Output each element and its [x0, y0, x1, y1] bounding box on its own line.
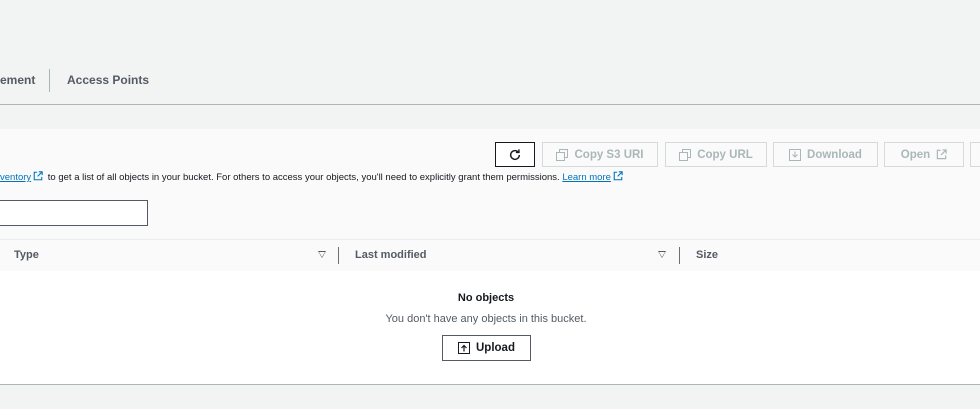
column-divider[interactable] — [338, 247, 339, 264]
external-link-icon — [936, 149, 947, 160]
copy-s3-uri-label: Copy S3 URI — [574, 148, 644, 161]
copy-s3-uri-button[interactable]: Copy S3 URI — [542, 142, 658, 167]
info-text: to get a list of all objects in your buc… — [45, 172, 563, 183]
upload-label: Upload — [476, 342, 515, 354]
objects-panel: Copy S3 URI Copy URL Download Open vento… — [0, 129, 980, 385]
copy-url-label: Copy URL — [697, 148, 753, 161]
inventory-info: ventory to get a list of all objects in … — [0, 171, 625, 183]
upload-icon — [458, 342, 470, 354]
learn-more-link[interactable]: Learn more — [562, 172, 611, 183]
download-icon — [789, 148, 802, 161]
inventory-link[interactable]: ventory — [0, 172, 31, 183]
sort-caret-icon[interactable] — [318, 251, 326, 258]
download-label: Download — [807, 148, 862, 161]
tab-management[interactable]: ement — [0, 73, 35, 87]
tab-divider — [49, 69, 50, 92]
empty-state-title: No objects — [457, 292, 515, 304]
copy-url-button[interactable]: Copy URL — [665, 142, 767, 167]
actions-button[interactable] — [970, 142, 980, 167]
sort-caret-icon[interactable] — [658, 251, 666, 258]
search-input[interactable] — [0, 200, 148, 226]
refresh-button[interactable] — [495, 142, 535, 167]
external-link-icon — [33, 171, 43, 181]
external-link-icon — [613, 171, 623, 181]
download-button[interactable]: Download — [773, 142, 878, 167]
table-body: No objects You don't have any objects in… — [0, 271, 980, 384]
open-label: Open — [900, 148, 931, 161]
upload-button[interactable]: Upload — [442, 335, 531, 361]
column-header-size[interactable]: Size — [696, 249, 718, 261]
refresh-icon — [509, 148, 521, 160]
empty-state-subtitle: You don't have any objects in this bucke… — [385, 313, 587, 325]
column-divider[interactable] — [679, 247, 680, 264]
tab-access-points[interactable]: Access Points — [67, 73, 149, 87]
table-header: Type Last modified Size — [0, 239, 980, 272]
open-button[interactable]: Open — [884, 142, 964, 167]
column-header-type[interactable]: Type — [14, 249, 39, 261]
copy-icon — [556, 148, 569, 161]
column-header-last-modified[interactable]: Last modified — [355, 249, 427, 261]
copy-icon — [679, 148, 692, 161]
tab-bar: ement Access Points — [0, 0, 980, 105]
